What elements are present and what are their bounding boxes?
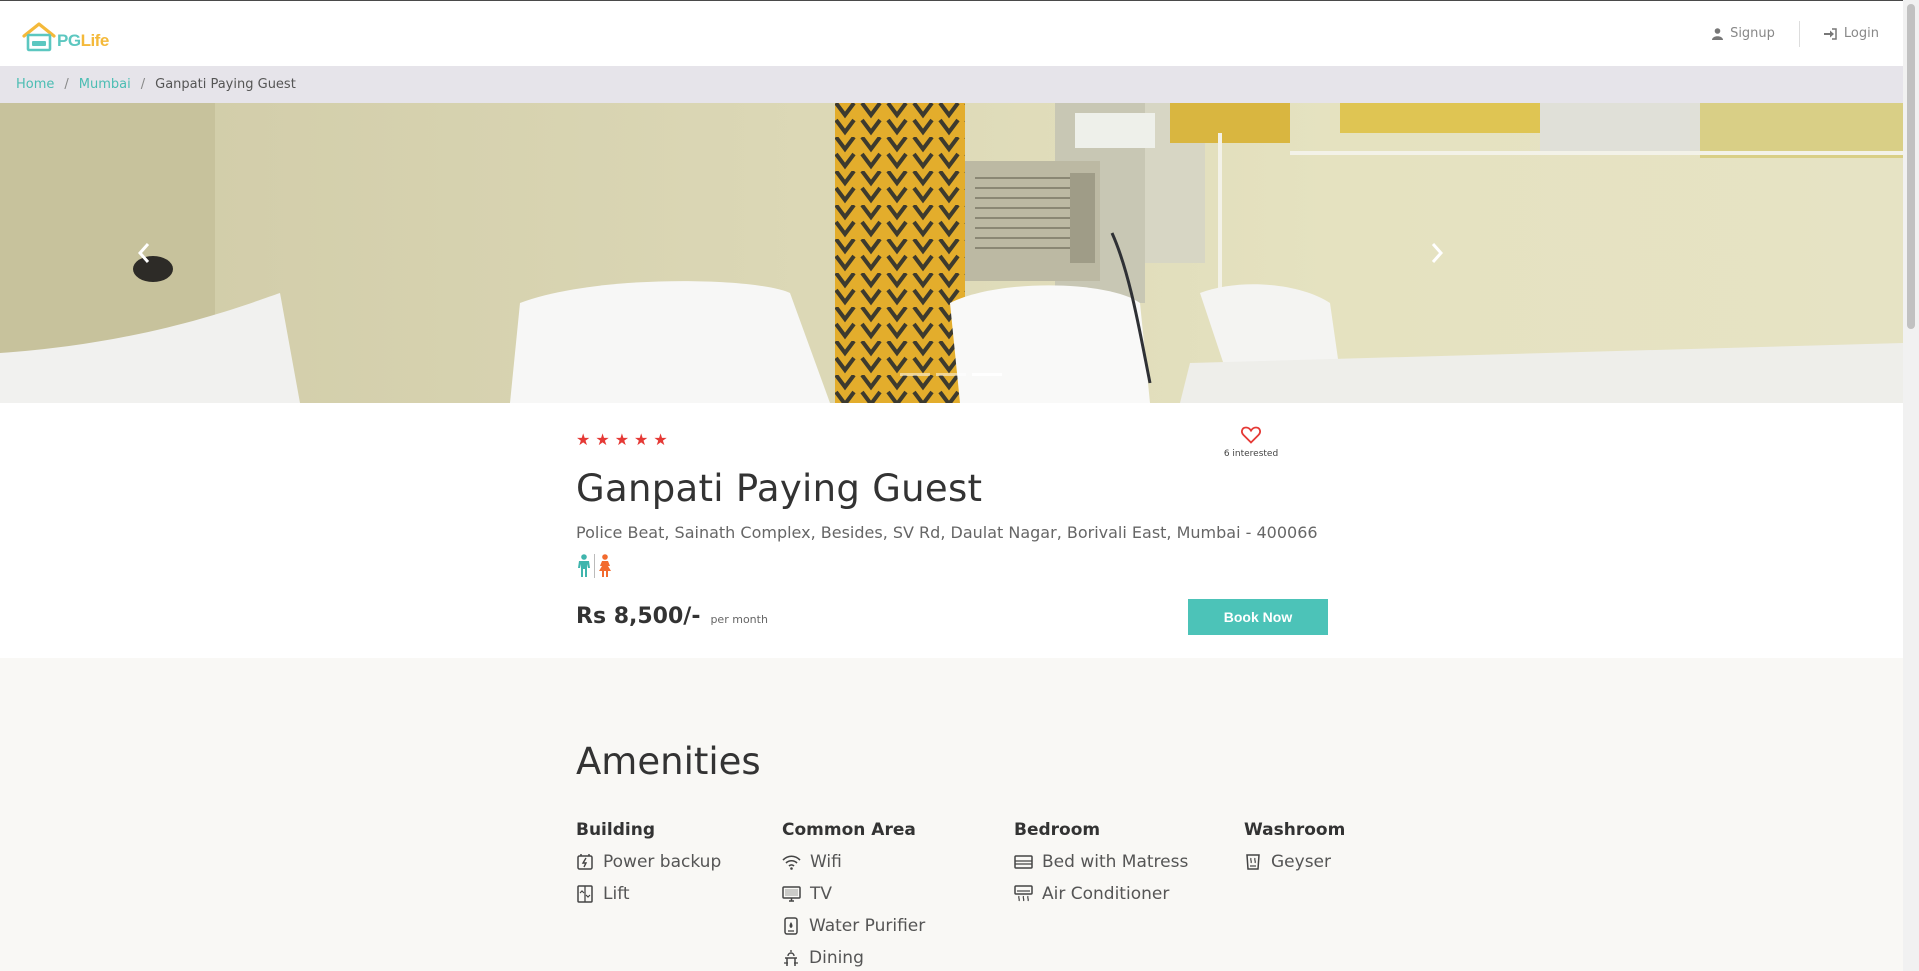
nav-links: Signup Login — [1688, 1, 1903, 66]
amenity-label: Lift — [603, 883, 630, 904]
amenity-label: Power backup — [603, 851, 722, 872]
carousel-prev-button[interactable] — [124, 233, 164, 273]
amenity-label: Dining — [809, 947, 864, 968]
logo-text: PGLife — [57, 31, 109, 51]
amenity-item: Air Conditioner — [1014, 883, 1188, 904]
navbar: PGLife Signup Login — [0, 1, 1903, 66]
carousel-indicator[interactable] — [936, 373, 966, 376]
amenity-item: TV — [782, 883, 925, 904]
heart-icon[interactable] — [1241, 426, 1261, 444]
carousel-indicator[interactable] — [900, 373, 930, 376]
star-icon: ★ — [653, 430, 668, 449]
tv-icon — [782, 885, 801, 902]
login-link[interactable]: Login — [1800, 20, 1903, 48]
amenity-label: Wifi — [810, 851, 842, 872]
bed-icon — [1014, 854, 1033, 869]
amenity-group-washroom: Washroom Geyser — [1244, 820, 1345, 872]
amenities-section: Amenities Building Power backup Lift Com… — [576, 740, 1345, 968]
amenity-label: Water Purifier — [809, 915, 926, 936]
page-scrollbar[interactable] — [1903, 0, 1919, 971]
property-address: Police Beat, Sainath Complex, Besides, S… — [576, 523, 1318, 542]
amenity-item: Geyser — [1244, 851, 1345, 872]
property-detail-container: ★ ★ ★ ★ ★ 6 interested Ganpati Paying Guest … — [576, 403, 1328, 658]
rent-amount: Rs 8,500/- — [576, 604, 701, 629]
air-conditioner-icon — [1014, 884, 1033, 901]
interested-container[interactable]: 6 interested — [1216, 426, 1286, 459]
amenity-label: Bed with Matress — [1042, 851, 1189, 872]
breadcrumb-home[interactable]: Home — [16, 77, 54, 92]
carousel-indicators — [900, 373, 1002, 376]
amenity-group-heading: Bedroom — [1014, 820, 1101, 840]
star-rating: ★ ★ ★ ★ ★ — [576, 432, 668, 448]
amenity-group-heading: Common Area — [782, 820, 916, 840]
dining-icon — [784, 949, 798, 966]
star-icon: ★ — [595, 430, 610, 449]
amenity-item: Bed with Matress — [1014, 851, 1188, 872]
female-icon — [599, 554, 611, 577]
amenity-item: Wifi — [782, 851, 925, 872]
logo-text-life: Life — [80, 31, 110, 50]
house-logo-icon — [22, 22, 56, 52]
amenities-title: Amenities — [576, 740, 761, 783]
power-backup-icon — [577, 853, 593, 870]
amenity-item: Dining — [782, 947, 925, 968]
breadcrumb-separator: / — [64, 77, 69, 92]
login-label: Login — [1843, 26, 1879, 41]
amenity-group-bedroom: Bedroom Bed with Matress Air Conditioner — [1014, 820, 1188, 904]
rent-info: Rs 8,500/- per month — [576, 604, 768, 629]
scrollbar-thumb[interactable] — [1907, 4, 1915, 329]
signup-link[interactable]: Signup — [1688, 20, 1799, 48]
geyser-icon — [1246, 853, 1260, 870]
pglife-logo[interactable]: PGLife — [22, 20, 109, 52]
breadcrumb-current: Ganpati Paying Guest — [155, 77, 296, 92]
gender-icons — [576, 554, 613, 578]
amenity-group-common-area: Common Area Wifi TV Water Purifier Dinin… — [782, 820, 925, 968]
water-purifier-icon — [784, 916, 798, 935]
chevron-left-icon — [137, 243, 150, 263]
logo-text-pg: PG — [57, 31, 81, 50]
amenity-label: TV — [810, 883, 833, 904]
amenity-group-building: Building Power backup Lift — [576, 820, 721, 904]
wifi-icon — [782, 854, 801, 870]
amenity-item: Lift — [576, 883, 721, 904]
star-icon: ★ — [634, 430, 649, 449]
amenity-group-heading: Washroom — [1244, 820, 1346, 840]
carousel-indicator[interactable] — [972, 373, 1002, 376]
sign-in-icon — [1823, 27, 1837, 40]
book-now-button[interactable]: Book Now — [1188, 599, 1328, 635]
breadcrumb: Home / Mumbai / Ganpati Paying Guest — [0, 66, 1903, 103]
amenity-item: Water Purifier — [782, 915, 925, 936]
user-icon — [1712, 27, 1724, 40]
interested-count: 6 interested — [1223, 449, 1279, 459]
lift-icon — [577, 884, 593, 903]
signup-label: Signup — [1730, 26, 1775, 41]
star-icon: ★ — [614, 430, 630, 449]
star-icon: ★ — [576, 430, 591, 449]
room-photo — [0, 103, 1903, 403]
property-detail: ★ ★ ★ ★ ★ 6 interested Ganpati Paying Guest … — [0, 403, 1903, 658]
rent-unit: per month — [710, 613, 768, 626]
male-icon — [578, 554, 590, 577]
breadcrumb-city[interactable]: Mumbai — [79, 77, 131, 92]
property-name: Ganpati Paying Guest — [576, 467, 983, 510]
carousel-next-button[interactable] — [1417, 233, 1457, 273]
amenity-group-heading: Building — [576, 820, 655, 840]
amenity-label: Geyser — [1271, 851, 1331, 872]
chevron-right-icon — [1431, 243, 1444, 263]
amenity-item: Power backup — [576, 851, 721, 872]
property-image-carousel[interactable] — [0, 103, 1903, 403]
breadcrumb-separator: / — [140, 77, 146, 92]
amenity-label: Air Conditioner — [1042, 883, 1170, 904]
gender-divider — [594, 554, 595, 578]
